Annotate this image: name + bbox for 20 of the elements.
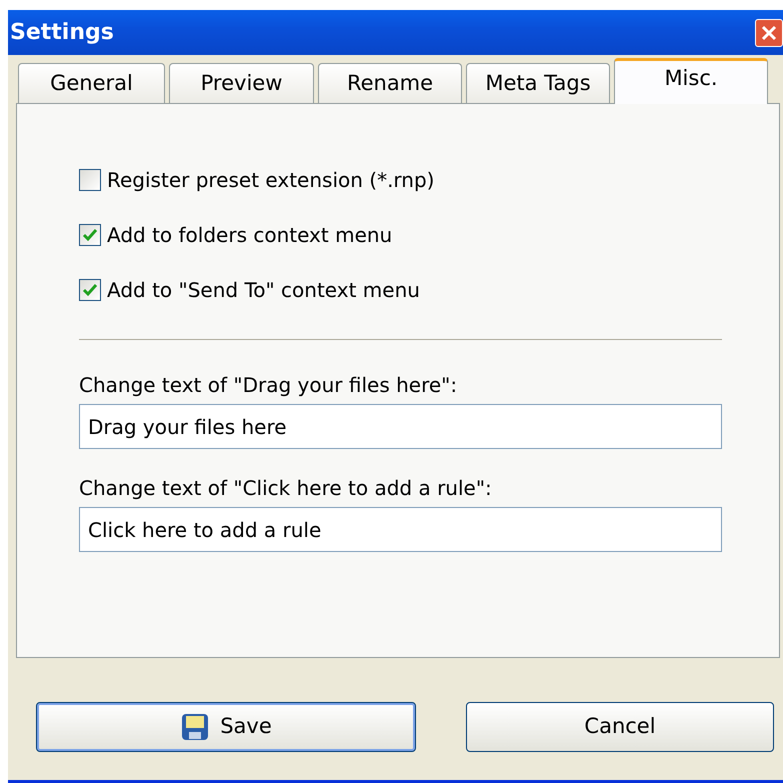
tab[interactable]: Misc. [614, 58, 768, 104]
tab[interactable]: Preview [169, 63, 314, 103]
checkbox-label: Add to folders context menu [107, 222, 392, 248]
text-field[interactable]: Click here to add a rule [79, 507, 722, 552]
checkbox-label: Register preset extension (*.rnp) [107, 166, 434, 194]
window-title: Settings [10, 19, 114, 47]
checkbox-label: Add to "Send To" context menu [107, 276, 420, 304]
tab[interactable]: General [18, 63, 165, 103]
text-field[interactable]: Drag your files here [79, 404, 722, 449]
checkbox[interactable] [79, 224, 101, 246]
close-icon [760, 24, 778, 42]
checkbox[interactable] [79, 278, 101, 300]
tab[interactable]: Meta Tags [466, 63, 610, 103]
save-button[interactable]: Save [36, 702, 416, 752]
cancel-button[interactable]: Cancel [466, 702, 774, 752]
checkbox[interactable] [79, 168, 101, 190]
close-button[interactable] [755, 18, 783, 46]
field-label: Change text of "Click here to add a rule": [79, 475, 493, 502]
tab[interactable]: Rename [318, 63, 462, 103]
field-label: Change text of "Drag your files here": [79, 372, 458, 399]
